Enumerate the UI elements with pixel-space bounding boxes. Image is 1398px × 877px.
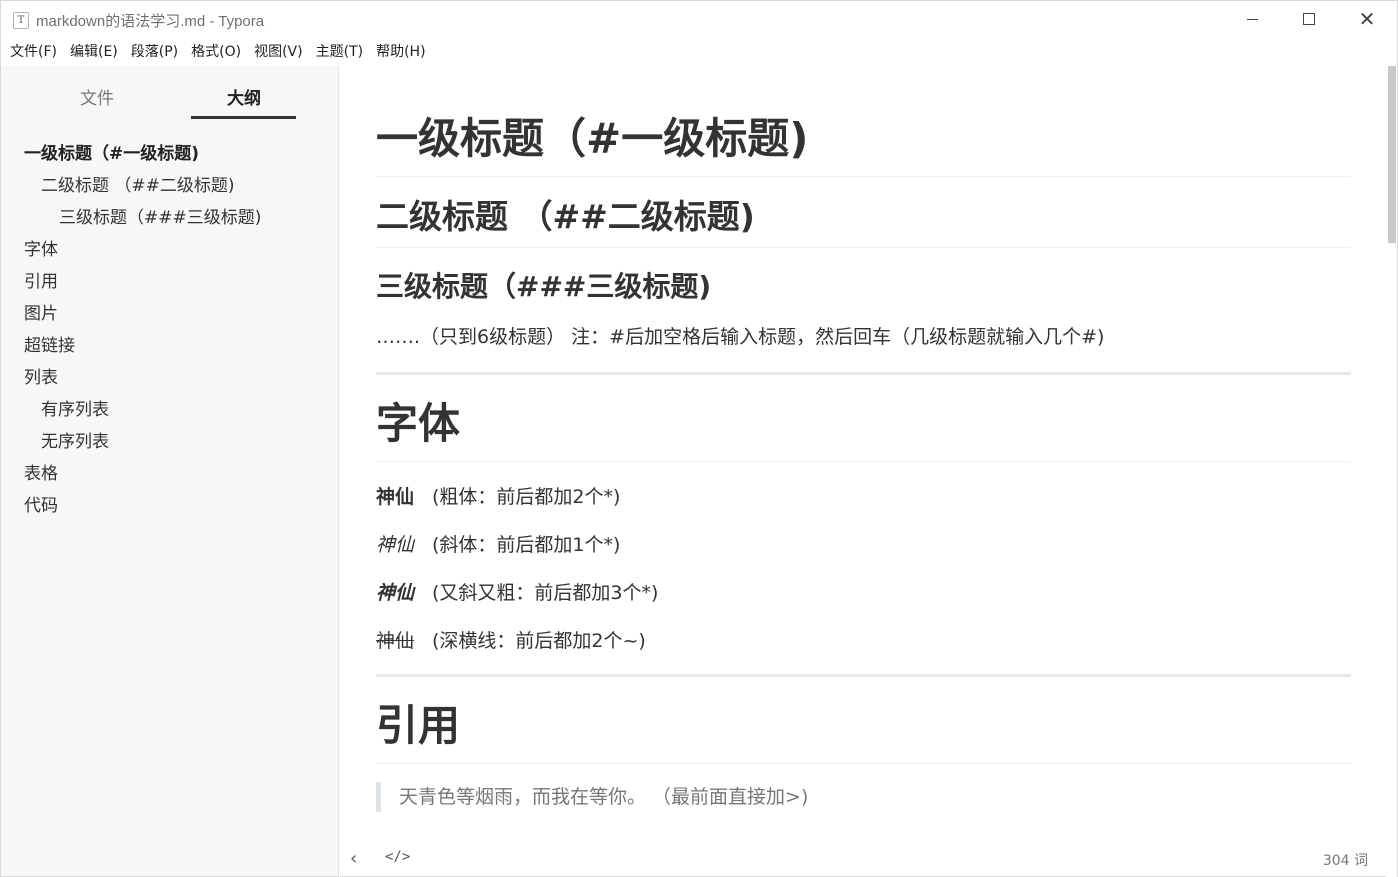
bold-italic-sample: 神仙: [376, 581, 415, 604]
vertical-scrollbar[interactable]: [1386, 66, 1398, 877]
editor-pane[interactable]: 一级标题（#一级标题) 二级标题 （##二级标题) 三级标题（###三级标题) …: [340, 66, 1385, 842]
heading-h1[interactable]: 一级标题（#一级标题): [376, 114, 1351, 178]
minimize-button[interactable]: [1223, 1, 1281, 37]
outline-item-font[interactable]: 字体: [1, 234, 339, 266]
sidebar: 文件 大纲 一级标题（#一级标题) 二级标题 （##二级标题) 三级标题（###…: [0, 66, 339, 877]
strike-sample: 神仙: [376, 629, 415, 652]
bold-note: (粗体：前后都加2个*): [432, 485, 621, 508]
close-button[interactable]: ✕: [1338, 1, 1396, 37]
menu-theme[interactable]: 主题(T): [311, 38, 371, 66]
heading-font[interactable]: 字体: [376, 399, 1351, 462]
menu-bar: 文件(F) 编辑(E) 段落(P) 格式(O) 视图(V) 主题(T) 帮助(H…: [0, 38, 1398, 66]
bold-sample: 神仙: [376, 485, 415, 508]
heading-h2[interactable]: 二级标题 （##二级标题): [376, 197, 1351, 248]
menu-edit[interactable]: 编辑(E): [65, 38, 126, 66]
outline-item-h3[interactable]: 三级标题（###三级标题): [1, 202, 339, 234]
status-bar: ‹ </> 304 词: [340, 842, 1386, 877]
heading-quote[interactable]: 引用: [376, 701, 1351, 765]
typora-app-icon: T: [13, 12, 29, 29]
maximize-icon: [1303, 13, 1315, 25]
horizontal-rule: [376, 673, 1351, 677]
close-icon: ✕: [1358, 7, 1376, 31]
tab-outline[interactable]: 大纲: [191, 84, 297, 109]
outline-list: 一级标题（#一级标题) 二级标题 （##二级标题) 三级标题（###三级标题) …: [1, 138, 339, 522]
maximize-button[interactable]: [1280, 1, 1338, 37]
chevron-left-icon[interactable]: ‹: [350, 848, 357, 869]
outline-item-list[interactable]: 列表: [1, 362, 339, 394]
font-bold-italic-line[interactable]: 神仙 (又斜又粗：前后都加3个*): [376, 578, 1351, 608]
outline-item-image[interactable]: 图片: [1, 298, 339, 330]
document-content[interactable]: 一级标题（#一级标题) 二级标题 （##二级标题) 三级标题（###三级标题) …: [376, 114, 1351, 813]
scrollbar-thumb[interactable]: [1388, 66, 1396, 243]
outline-item-h1[interactable]: 一级标题（#一级标题): [1, 138, 339, 170]
outline-item-code[interactable]: 代码: [1, 490, 339, 522]
outline-item-h2[interactable]: 二级标题 （##二级标题): [1, 170, 339, 202]
blockquote[interactable]: 天青色等烟雨，而我在等你。 （最前面直接加>): [376, 782, 1351, 813]
font-strike-line[interactable]: 神仙 (深横线：前后都加2个~): [376, 626, 1351, 656]
active-tab-indicator: [191, 116, 296, 119]
minimize-icon: [1246, 18, 1258, 20]
window-title: markdown的语法学习.md - Typora: [36, 13, 265, 30]
tab-files[interactable]: 文件: [44, 84, 150, 109]
source-code-icon[interactable]: </>: [385, 849, 410, 865]
font-bold-line[interactable]: 神仙 (粗体：前后都加2个*): [376, 482, 1351, 512]
menu-file[interactable]: 文件(F): [5, 38, 65, 66]
word-count[interactable]: 304 词: [1323, 850, 1368, 870]
menu-help[interactable]: 帮助(H): [371, 38, 433, 66]
italic-note: (斜体：前后都加1个*): [432, 533, 621, 556]
outline-item-unordered-list[interactable]: 无序列表: [1, 426, 339, 458]
outline-item-table[interactable]: 表格: [1, 458, 339, 490]
italic-sample: 神仙: [376, 533, 415, 556]
menu-view[interactable]: 视图(V): [249, 38, 311, 66]
outline-item-ordered-list[interactable]: 有序列表: [1, 394, 339, 426]
menu-format[interactable]: 格式(O): [186, 38, 249, 66]
horizontal-rule: [376, 371, 1351, 375]
outline-item-quote[interactable]: 引用: [1, 266, 339, 298]
heading-note-paragraph[interactable]: …….（只到6级标题） 注：#后加空格后输入标题，然后回车（几级标题就输入几个#…: [376, 322, 1351, 352]
strike-note: (深横线：前后都加2个~): [432, 629, 646, 652]
bold-italic-note: (又斜又粗：前后都加3个*): [432, 581, 659, 604]
font-italic-line[interactable]: 神仙 (斜体：前后都加1个*): [376, 530, 1351, 560]
menu-paragraph[interactable]: 段落(P): [126, 38, 186, 66]
heading-h3[interactable]: 三级标题（###三级标题): [376, 270, 1351, 304]
outline-item-hyperlink[interactable]: 超链接: [1, 330, 339, 362]
title-bar: T markdown的语法学习.md - Typora ✕: [0, 0, 1398, 38]
